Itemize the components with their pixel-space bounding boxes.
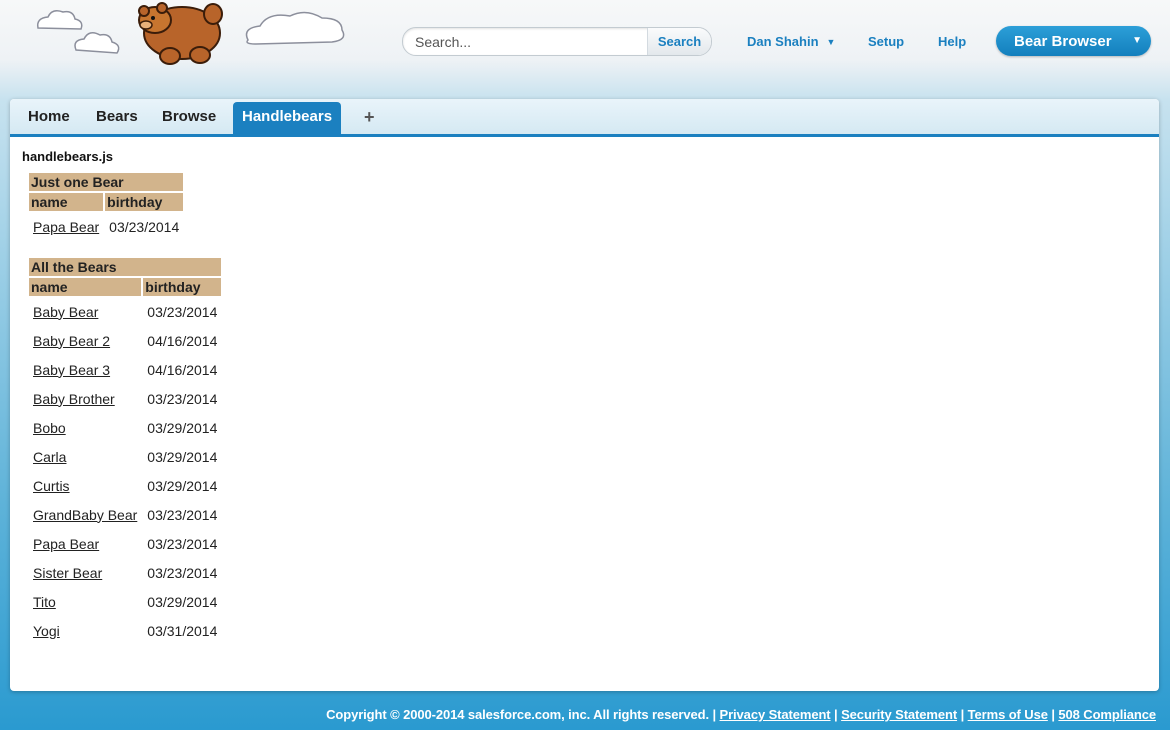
table-row: GrandBaby Bear 03/23/2014: [29, 501, 221, 528]
user-menu[interactable]: Dan Shahin ▼: [747, 34, 835, 49]
tab-browse[interactable]: Browse: [162, 102, 216, 134]
search-button[interactable]: Search: [647, 28, 711, 55]
user-menu-label: Dan Shahin: [747, 34, 819, 49]
table-row: Sister Bear 03/23/2014: [29, 559, 221, 586]
table-row: Baby Brother 03/23/2014: [29, 385, 221, 412]
bear-clouds-logo: [36, 2, 345, 65]
bear-name-link[interactable]: Baby Bear 2: [33, 333, 110, 349]
bear-name-cell: Tito: [29, 588, 141, 615]
table-row: Carla 03/29/2014: [29, 443, 221, 470]
bear-birthday-cell: 03/29/2014: [147, 419, 218, 436]
bear-name-cell: Carla: [29, 443, 141, 470]
column-header-name: name: [29, 193, 104, 211]
bear-name-cell: GrandBaby Bear: [29, 501, 141, 528]
table-row: Papa Bear 03/23/2014: [29, 530, 221, 557]
terms-of-use-link[interactable]: Terms of Use: [968, 707, 1048, 722]
app-switcher-button[interactable]: Bear Browser ▼: [996, 26, 1151, 56]
tab-handlebears[interactable]: Handlebears: [233, 102, 342, 134]
bear-name-cell: Bobo: [29, 414, 141, 441]
table-row: Tito 03/29/2014: [29, 588, 221, 615]
bear-name-link[interactable]: Tito: [33, 594, 56, 610]
bear-name-cell: Yogi: [29, 617, 141, 644]
footer: Copyright © 2000-2014 salesforce.com, in…: [326, 707, 1156, 722]
bear-name-link[interactable]: Papa Bear: [33, 536, 99, 552]
chevron-down-icon: ▼: [1132, 35, 1142, 46]
bear-name-link[interactable]: Bobo: [33, 420, 66, 436]
bear-name-cell: Baby Brother: [29, 385, 141, 412]
tab-bar: Home Bears Browse Handlebears +: [10, 99, 1159, 137]
search-input[interactable]: [403, 28, 635, 55]
bear-birthday-cell: 03/29/2014: [147, 593, 218, 610]
privacy-statement-link[interactable]: Privacy Statement: [720, 707, 831, 722]
bear-birthday-cell: 03/31/2014: [147, 622, 218, 639]
bear-name-cell: Curtis: [29, 472, 141, 499]
search-box: Search: [402, 27, 712, 56]
column-header-name: name: [29, 278, 142, 296]
column-header-birthday: birthday: [143, 278, 222, 296]
bear-name-link[interactable]: Carla: [33, 449, 66, 465]
bear-birthday-cell: 04/16/2014: [147, 361, 218, 378]
bear-name-link[interactable]: Sister Bear: [33, 565, 102, 581]
bear-name-link[interactable]: Baby Brother: [33, 391, 115, 407]
column-header-birthday: birthday: [105, 193, 184, 211]
bear-birthday-cell: 03/23/2014: [147, 390, 218, 407]
bear-name-link[interactable]: GrandBaby Bear: [33, 507, 137, 523]
table-row: Yogi 03/31/2014: [29, 617, 221, 644]
table-row: Curtis 03/29/2014: [29, 472, 221, 499]
app-switcher-label: Bear Browser: [1014, 32, 1112, 50]
bear-birthday-cell: 03/23/2014: [109, 218, 180, 235]
bear-birthday-cell: 03/23/2014: [147, 535, 218, 552]
bear-name-cell: Baby Bear 3: [29, 356, 141, 383]
tab-bears[interactable]: Bears: [96, 102, 138, 134]
bear-name-link[interactable]: Curtis: [33, 478, 70, 494]
table-row: Papa Bear 03/23/2014: [29, 213, 183, 240]
table-row: Baby Bear 3 04/16/2014: [29, 356, 221, 383]
chevron-down-icon: ▼: [826, 36, 836, 47]
setup-link[interactable]: Setup: [868, 34, 904, 49]
help-link[interactable]: Help: [938, 34, 966, 49]
bear-name-link[interactable]: Papa Bear: [33, 219, 99, 235]
bear-name-cell: Sister Bear: [29, 559, 141, 586]
bear-name-link[interactable]: Baby Bear 3: [33, 362, 110, 378]
tab-home[interactable]: Home: [28, 102, 70, 134]
just-one-bear-table: Just one Bear name birthday Papa Bear 03/…: [27, 171, 185, 242]
bear-birthday-cell: 04/16/2014: [147, 332, 218, 349]
add-tab-plus-icon[interactable]: +: [364, 102, 375, 134]
table-row: Baby Bear 2 04/16/2014: [29, 327, 221, 354]
bear-birthday-cell: 03/29/2014: [147, 448, 218, 465]
table-heading: Just one Bear: [29, 173, 184, 191]
bear-name-cell: Baby Bear 2: [29, 327, 141, 354]
copyright-text: Copyright © 2000-2014 salesforce.com, in…: [326, 707, 709, 722]
table-heading: All the Bears: [29, 258, 222, 276]
all-bears-table: All the Bears name birthday Baby Bear 03/…: [27, 256, 223, 646]
main-panel: Home Bears Browse Handlebears + handlebe…: [10, 99, 1159, 691]
bear-name-cell: Baby Bear: [29, 298, 141, 325]
bear-name-link[interactable]: Baby Bear: [33, 304, 98, 320]
bear-birthday-cell: 03/23/2014: [147, 564, 218, 581]
bear-birthday-cell: 03/29/2014: [147, 477, 218, 494]
bear-name-cell: Papa Bear: [29, 213, 103, 240]
table-row: Baby Bear 03/23/2014: [29, 298, 221, 325]
security-statement-link[interactable]: Security Statement: [841, 707, 957, 722]
508-compliance-link[interactable]: 508 Compliance: [1058, 707, 1156, 722]
bear-birthday-cell: 03/23/2014: [147, 506, 218, 523]
bear-birthday-cell: 03/23/2014: [147, 303, 218, 320]
page-title: handlebears.js: [22, 149, 114, 164]
bear-name-link[interactable]: Yogi: [33, 623, 60, 639]
table-row: Bobo 03/29/2014: [29, 414, 221, 441]
bear-name-cell: Papa Bear: [29, 530, 141, 557]
